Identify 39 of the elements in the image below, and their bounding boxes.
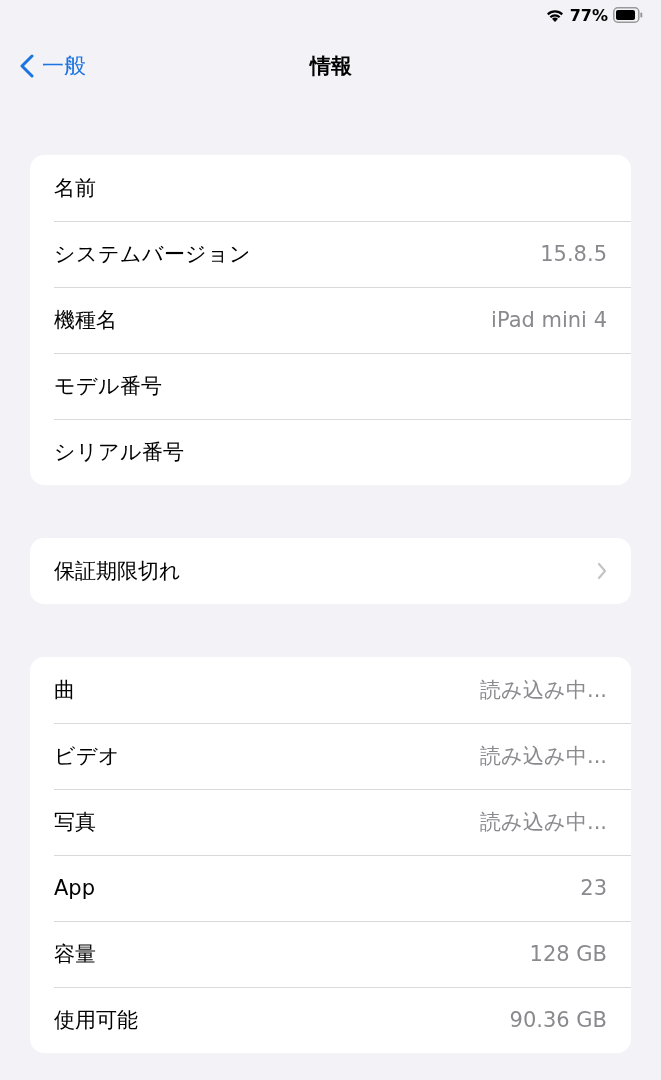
settings-row[interactable]: 容量 128 GB <box>30 921 631 987</box>
settings-row[interactable]: App 23 <box>30 855 631 921</box>
settings-row[interactable]: システムバージョン 15.8.5 <box>30 221 631 287</box>
settings-row[interactable]: 名前 <box>30 155 631 221</box>
battery-percentage: 77% <box>569 5 608 25</box>
row-label: シリアル番号 <box>54 439 184 466</box>
row-value: 読み込み中... <box>479 677 607 704</box>
settings-row[interactable]: 保証期限切れ <box>30 538 631 604</box>
row-value: 90.36 GB <box>509 1008 607 1032</box>
settings-row[interactable]: 機種名 iPad mini 4 <box>30 287 631 353</box>
settings-row[interactable]: 写真 読み込み中... <box>30 789 631 855</box>
battery-icon <box>613 7 643 23</box>
chevron-right-icon <box>597 562 607 580</box>
row-label: 機種名 <box>54 307 117 334</box>
row-label: 名前 <box>54 175 96 202</box>
row-label: システムバージョン <box>54 241 251 268</box>
row-label: 写真 <box>54 809 96 836</box>
row-value: 15.8.5 <box>540 242 607 266</box>
settings-row[interactable]: 使用可能 90.36 GB <box>30 987 631 1053</box>
row-value: 128 GB <box>529 942 607 966</box>
row-value: 23 <box>580 876 607 900</box>
row-value: iPad mini 4 <box>491 308 607 332</box>
settings-row[interactable]: シリアル番号 <box>30 419 631 485</box>
wifi-icon <box>544 7 565 23</box>
row-label: ビデオ <box>54 743 120 770</box>
chevron-left-icon <box>20 54 34 78</box>
row-label: モデル番号 <box>54 373 162 400</box>
page-title: 情報 <box>309 53 352 80</box>
row-value: 読み込み中... <box>479 743 607 770</box>
row-label: App <box>54 876 96 900</box>
row-label: 使用可能 <box>54 1007 138 1034</box>
back-button[interactable]: 一般 <box>0 51 86 81</box>
settings-row[interactable]: 曲 読み込み中... <box>30 657 631 723</box>
row-label: 曲 <box>54 677 75 704</box>
row-label: 保証期限切れ <box>54 558 181 585</box>
settings-row[interactable]: モデル番号 <box>30 353 631 419</box>
settings-row[interactable]: ビデオ 読み込み中... <box>30 723 631 789</box>
row-label: 容量 <box>54 941 96 968</box>
row-value: 読み込み中... <box>479 809 607 836</box>
